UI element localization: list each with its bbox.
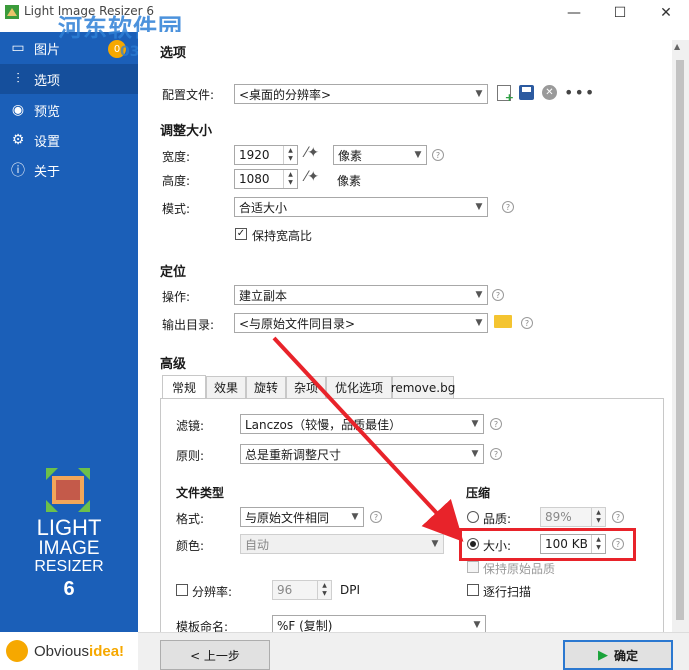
annotation-highlight-box bbox=[459, 528, 636, 561]
annotation-arrow bbox=[272, 336, 464, 542]
